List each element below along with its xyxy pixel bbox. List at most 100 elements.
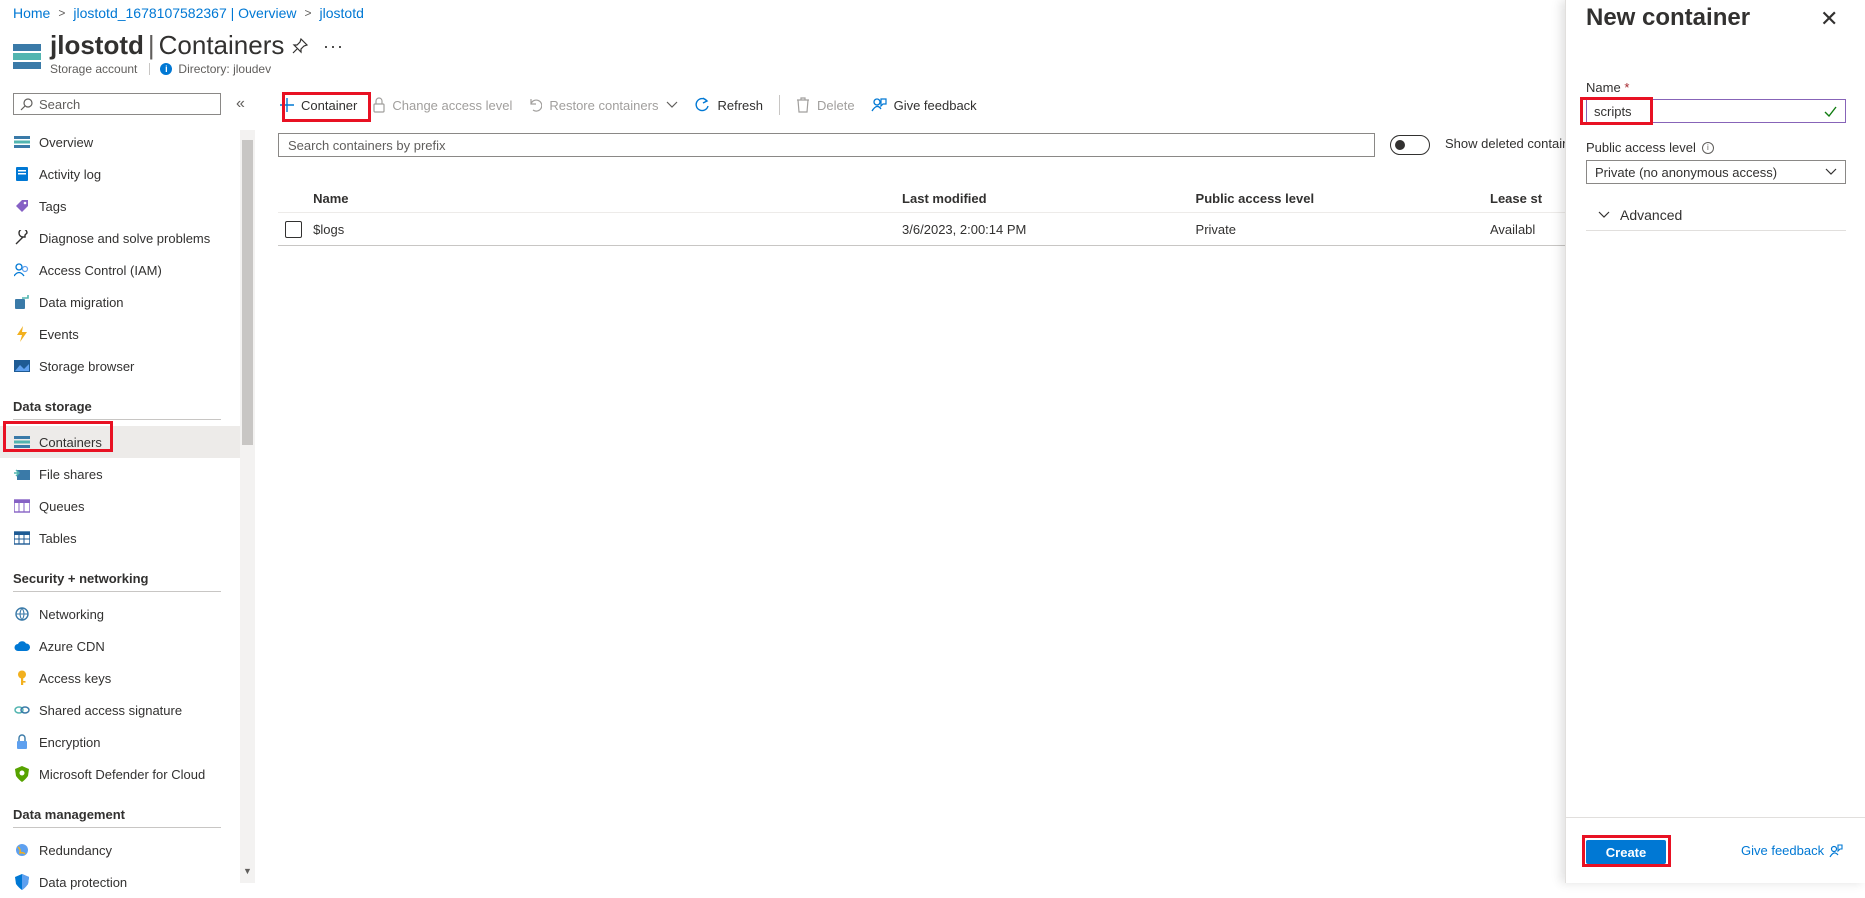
key-icon (14, 670, 30, 686)
sidebar-item-label: Containers (39, 434, 102, 450)
sidebar-section-data-management: Data management (0, 790, 240, 828)
undo-icon (530, 99, 543, 112)
column-header-lease-state[interactable]: Lease st (1490, 191, 1568, 206)
column-header-name[interactable]: Name (313, 191, 902, 206)
add-container-label: Container (301, 97, 358, 113)
sidebar-item-label: Storage browser (39, 358, 135, 374)
advanced-section-toggle[interactable]: Advanced (1586, 200, 1846, 231)
page-subtitle: Storage account i Directory: jloudev (50, 62, 271, 76)
sidebar-item-tables[interactable]: Tables (0, 522, 240, 554)
table-header: Name Last modified Public access level L… (278, 184, 1568, 213)
restore-containers-button[interactable]: Restore containers (528, 98, 678, 113)
breadcrumb-overview[interactable]: jlostotd_1678107582367 | Overview (73, 5, 296, 21)
public-access-label: Public access level i (1586, 140, 1714, 155)
sidebar-item-label: Tables (39, 530, 77, 546)
new-container-panel: New container ✕ Name * scripts Public ac… (1565, 0, 1865, 883)
container-search-input[interactable]: Search containers by prefix (278, 133, 1375, 157)
cell-last-modified: 3/6/2023, 2:00:14 PM (902, 221, 1027, 237)
sidebar-section-data-storage: Data storage (0, 382, 240, 420)
sidebar-item-encryption[interactable]: Encryption (0, 726, 240, 758)
column-header-public-access[interactable]: Public access level (1196, 191, 1490, 206)
sidebar-item-label: Encryption (39, 734, 101, 750)
search-icon (20, 97, 33, 110)
show-deleted-toggle[interactable] (1390, 135, 1430, 155)
sidebar-item-storage-browser[interactable]: Storage browser (0, 350, 240, 382)
name-label-text: Name (1586, 80, 1621, 95)
column-header-last-modified[interactable]: Last modified (902, 191, 1195, 206)
more-options-icon[interactable]: ··· (323, 36, 344, 57)
sidebar-search-placeholder: Search (39, 96, 81, 112)
tag-icon (14, 198, 30, 214)
shield-icon (14, 766, 30, 782)
sidebar-item-label: Overview (39, 134, 94, 150)
chevron-right-icon: > (58, 6, 66, 20)
refresh-button[interactable]: Refresh (694, 97, 763, 113)
sidebar-item-label: Access Control (IAM) (39, 262, 162, 278)
close-icon[interactable]: ✕ (1820, 6, 1838, 32)
sidebar-item-azure-cdn[interactable]: Azure CDN (0, 630, 240, 662)
sidebar-item-data-migration[interactable]: Data migration (0, 286, 240, 318)
sidebar-item-networking[interactable]: Networking (0, 598, 240, 630)
people-icon (14, 262, 30, 278)
cell-lease-state: Availabl (1490, 221, 1536, 237)
sidebar-item-events[interactable]: Events (0, 318, 240, 350)
collapse-sidebar-icon[interactable]: « (236, 95, 245, 113)
sidebar-item-defender[interactable]: Microsoft Defender for Cloud (0, 758, 240, 790)
chevron-down-icon (1825, 168, 1837, 175)
sidebar-section-security: Security + networking (0, 554, 240, 592)
change-access-level-button[interactable]: Change access level (373, 97, 512, 113)
scroll-down-icon[interactable]: ▼ (243, 866, 252, 876)
sidebar-search-input[interactable]: Search (13, 93, 221, 115)
info-icon[interactable]: i (1701, 141, 1714, 154)
resource-name: jlostotd (50, 30, 144, 60)
sidebar-item-label: Data migration (39, 294, 124, 310)
lightning-icon (14, 326, 30, 342)
shield-blue-icon (14, 874, 30, 890)
sidebar-item-tags[interactable]: Tags (0, 190, 240, 222)
sidebar-item-queues[interactable]: Queues (0, 490, 240, 522)
advanced-label: Advanced (1620, 207, 1683, 223)
sidebar-item-label: Events (39, 326, 79, 342)
storage-account-icon (13, 44, 41, 70)
plus-icon (280, 98, 294, 112)
table-row[interactable]: $logs 3/6/2023, 2:00:14 PM Private Avail… (278, 213, 1568, 246)
sidebar-item-label: Redundancy (39, 842, 112, 858)
row-checkbox[interactable] (285, 220, 302, 238)
container-search-placeholder: Search containers by prefix (288, 137, 446, 153)
tables-icon (14, 530, 30, 546)
lock-icon (373, 97, 385, 113)
give-feedback-button[interactable]: Give feedback (871, 97, 977, 113)
refresh-icon (696, 97, 710, 112)
sidebar-item-redundancy[interactable]: Redundancy (0, 834, 240, 866)
chevron-right-icon: > (304, 6, 312, 20)
public-access-dropdown[interactable]: Private (no anonymous access) (1586, 160, 1846, 184)
sidebar-item-diagnose[interactable]: Diagnose and solve problems (0, 222, 240, 254)
sidebar-item-label: Azure CDN (39, 638, 105, 654)
container-name-input[interactable]: scripts (1586, 99, 1846, 123)
sidebar-item-label: Access keys (39, 670, 112, 686)
sidebar-item-overview[interactable]: Overview (0, 126, 240, 158)
sidebar-item-label: Tags (39, 198, 67, 214)
sidebar-item-data-protection[interactable]: Data protection (0, 866, 240, 898)
sidebar-item-containers[interactable]: Containers (0, 426, 240, 458)
cell-name[interactable]: $logs (313, 222, 902, 237)
add-container-button[interactable]: Container (280, 98, 357, 113)
sidebar-scrollbar-thumb[interactable] (242, 140, 253, 445)
sidebar-item-file-shares[interactable]: File shares (0, 458, 240, 490)
sidebar-item-label: Data protection (39, 874, 128, 890)
sidebar-nav: Overview Activity log Tags Diagnose and … (0, 126, 240, 898)
give-feedback-label: Give feedback (893, 97, 977, 113)
breadcrumb-resource[interactable]: jlostotd (320, 5, 364, 21)
delete-button[interactable]: Delete (796, 97, 855, 113)
sidebar-item-sas[interactable]: Shared access signature (0, 694, 240, 726)
command-bar: Container Change access level Restore co… (280, 91, 993, 119)
refresh-label: Refresh (717, 97, 763, 113)
sidebar-item-access-keys[interactable]: Access keys (0, 662, 240, 694)
breadcrumb-home[interactable]: Home (13, 5, 50, 21)
panel-give-feedback-link[interactable]: Give feedback (1741, 843, 1843, 858)
sidebar-item-iam[interactable]: Access Control (IAM) (0, 254, 240, 286)
pin-icon[interactable] (292, 37, 309, 54)
toolbar-divider (779, 95, 780, 115)
sidebar-item-activity-log[interactable]: Activity log (0, 158, 240, 190)
create-button[interactable]: Create (1586, 840, 1666, 864)
